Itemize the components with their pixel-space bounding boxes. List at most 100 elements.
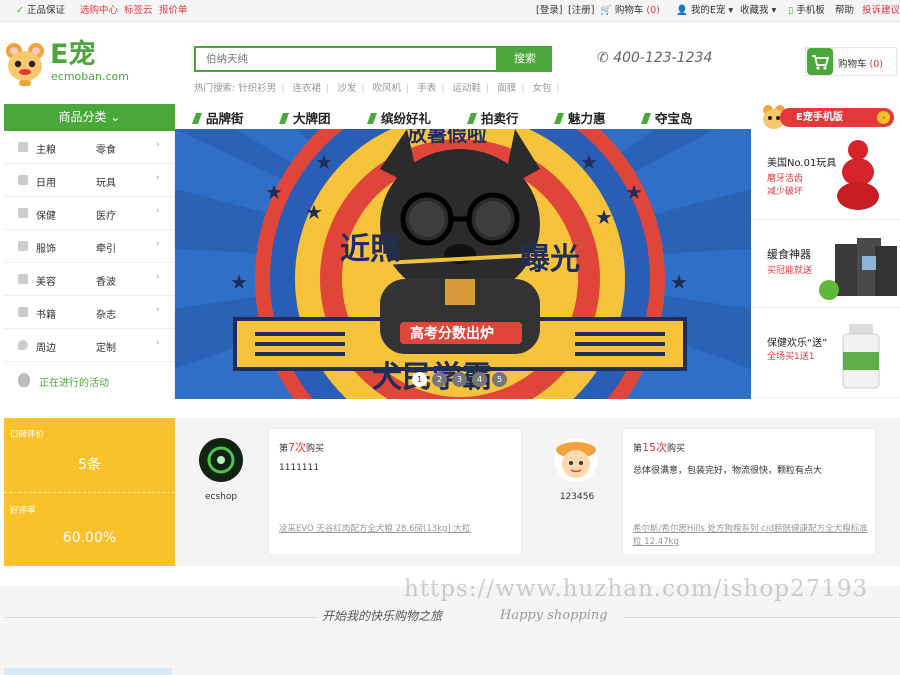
carousel-dot[interactable]: 1 <box>412 372 427 387</box>
hot-term[interactable]: 面膜 <box>497 83 516 94</box>
register-link[interactable]: [注册] <box>568 4 594 18</box>
ongoing-activity-link[interactable]: 正在进行的活动 <box>4 363 175 399</box>
logo-mascot[interactable] <box>4 42 46 86</box>
food-bags-image <box>819 238 897 300</box>
help-link[interactable]: 帮助 <box>835 4 854 18</box>
link-shopping-center[interactable]: 选购中心 <box>80 4 118 18</box>
carousel-dot[interactable]: 3 <box>452 372 467 387</box>
link-tag-cloud[interactable]: 标签云 <box>124 4 153 18</box>
search-box <box>194 46 498 72</box>
daily-use-icon <box>18 175 28 185</box>
mobile-version-tag[interactable]: E宠手机版 › <box>760 104 894 130</box>
side-ad-feeder[interactable]: 缓食神器 买冠能就送 <box>751 220 900 308</box>
logo-text[interactable]: E宠 <box>50 40 95 70</box>
category-row[interactable]: 周边 定制 › <box>4 329 175 362</box>
nav-item-treasure[interactable]: 夺宝岛 <box>640 108 693 127</box>
side-ad-health[interactable]: 保健欢乐“送” 全场买1送1 <box>751 308 900 398</box>
top-bar: ✓ 正品保证 选购中心 标签云 报价单 [登录] [注册] 🛒 购物车 (0) … <box>0 0 900 22</box>
health-icon <box>18 208 28 218</box>
guarantee-item: ✓ 正品保证 <box>16 5 66 16</box>
chevron-down-icon: ⌄ <box>110 110 121 124</box>
carousel-dots: 12345 <box>412 372 512 387</box>
category-row[interactable]: 保健 医疗 › <box>4 197 175 230</box>
avatar <box>199 438 243 482</box>
nav-item-charm[interactable]: 魅力惠 <box>553 108 606 127</box>
reviewed-product-link[interactable]: 希尔斯/希尔思Hills 处方狗粮系列 c/d膀胱健康配方全犬粮标准粒 12.4… <box>633 523 869 549</box>
complaint-link[interactable]: 投诉建议 <box>862 4 900 18</box>
review-text: 1111111 <box>279 463 320 473</box>
banner-left-text: 近照 <box>340 232 400 267</box>
leaf-icon <box>366 113 378 124</box>
leaf-icon <box>640 113 652 124</box>
category-row[interactable]: 书籍 杂志 › <box>4 296 175 329</box>
banner-ribbon: 高考分数出炉 <box>410 325 494 342</box>
nav-item-gifts[interactable]: 缤纷好礼 <box>366 108 431 127</box>
banner-graphic: ★★★★ ★★★★ 近照 曝光 放暑假啦 高考分数出炉 犬民学霸 <box>175 129 751 399</box>
leaf-icon <box>466 113 478 124</box>
divider-line <box>624 617 900 618</box>
review-stats: 口碑评价 5条 好评率 60.00% <box>4 418 175 566</box>
banner-right-text: 曝光 <box>520 242 580 277</box>
category-row[interactable]: 日用 玩具 › <box>4 164 175 197</box>
beauty-icon <box>18 274 28 284</box>
side-ad-toy[interactable]: 美国No.01玩具 磨牙洁齿 减少破坏 <box>751 130 900 220</box>
header-cart[interactable]: 购物车 (0) <box>805 47 897 76</box>
hot-term[interactable]: 运动鞋 <box>452 83 481 94</box>
chevron-right-icon: › <box>156 140 160 150</box>
category-row[interactable]: 主粮 零食 › <box>4 131 175 164</box>
stats-divider <box>4 492 175 493</box>
favorite-menu[interactable]: 收藏我 ▾ <box>740 4 776 18</box>
nav-item-auction[interactable]: 拍卖行 <box>466 108 519 127</box>
carousel-dot[interactable]: 4 <box>472 372 487 387</box>
user-icon: 👤 <box>676 5 688 16</box>
review-count-label: 口碑评价 <box>10 430 45 440</box>
svg-text:★: ★ <box>670 270 688 294</box>
search-input[interactable] <box>196 48 496 70</box>
chevron-right-icon: › <box>156 272 160 282</box>
watermark-text: https://www.huzhan.com/ishop27193 <box>404 576 869 602</box>
review-card: 第15次购买 总体很满意，包装完好，物流很快，颗粒有点大 希尔斯/希尔思Hill… <box>622 428 876 555</box>
link-quote-list[interactable]: 报价单 <box>159 4 188 18</box>
svg-text:★: ★ <box>580 150 598 174</box>
phone-icon: ✆ <box>597 50 609 66</box>
hot-term[interactable]: 吹风机 <box>372 83 401 94</box>
my-account-menu[interactable]: 👤 我的E宠 ▾ <box>676 4 733 18</box>
avatar <box>554 438 598 482</box>
leaf-icon <box>553 113 565 124</box>
nav-item-big-brand[interactable]: 大牌团 <box>278 108 331 127</box>
category-row[interactable]: 美容 香波 › <box>4 263 175 296</box>
hot-search: 热门搜索: 针织衫男 | 连衣裙 | 沙发 | 吹风机 | 手表 | 运动鞋 | 面膜 | 女… <box>194 83 560 94</box>
svg-text:★: ★ <box>305 200 323 224</box>
mobile-link[interactable]: ▯ 手机板 <box>788 4 825 18</box>
logo-subtitle: ecmoban.com <box>51 70 129 83</box>
leaf-icon <box>278 113 290 124</box>
purchase-count: 第15次购买 <box>633 441 686 454</box>
hot-term[interactable]: 手表 <box>417 83 436 94</box>
purchase-count: 第7次购买 <box>279 441 325 454</box>
reviewed-product-link[interactable]: 凌采EVO 无谷红肉配方全犬粮 28.6磅(13kg) 大粒 <box>279 523 515 536</box>
hot-term[interactable]: 女包 <box>532 83 551 94</box>
login-link[interactable]: [登录] <box>536 4 562 18</box>
chevron-right-icon: › <box>156 239 160 249</box>
hot-term[interactable]: 连衣裙 <box>292 83 321 94</box>
category-row[interactable]: 服饰 牵引 › <box>4 230 175 263</box>
svg-text:★: ★ <box>315 150 333 174</box>
search-button[interactable]: 搜索 <box>498 46 552 72</box>
hot-term[interactable]: 沙发 <box>337 83 356 94</box>
location-icon <box>18 340 28 350</box>
carousel-dot[interactable]: 2 <box>432 372 447 387</box>
svg-text:★: ★ <box>265 180 283 204</box>
chevron-down-icon: ▾ <box>728 5 734 16</box>
category-menu-toggle[interactable]: 商品分类 ⌄ <box>4 104 175 131</box>
category-sidebar: 主粮 零食 › 日用 玩具 › 保健 医疗 › 服饰 牵引 › 美容 香波 › 书籍 杂志 › 周边 定制… <box>4 131 175 399</box>
supplement-bottle-image <box>842 324 880 389</box>
cart-icon <box>807 48 833 75</box>
topbar-cart[interactable]: 🛒 购物车 (0) <box>600 4 660 18</box>
review-count-value: 5条 <box>78 457 101 473</box>
carousel-dot[interactable]: 5 <box>492 372 507 387</box>
positive-rate-value: 60.00% <box>62 530 117 546</box>
nav-item-brand-street[interactable]: 品牌街 <box>191 108 244 127</box>
review-username: 123456 <box>559 492 595 502</box>
hot-term[interactable]: 针织衫男 <box>238 83 276 94</box>
hero-banner[interactable]: ★★★★ ★★★★ 近照 曝光 放暑假啦 高考分数出炉 犬民学霸 <box>175 129 751 399</box>
